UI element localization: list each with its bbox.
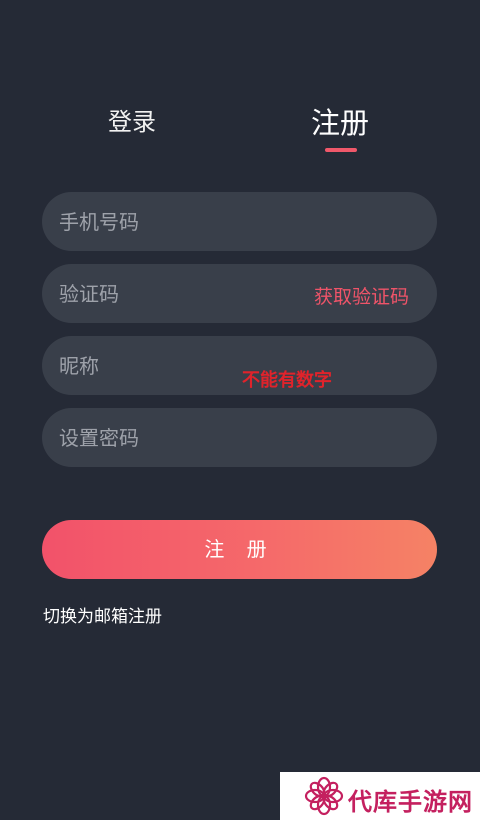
password-input[interactable] bbox=[59, 408, 299, 467]
phone-field[interactable] bbox=[42, 192, 437, 251]
watermark: 代库手游网 bbox=[280, 772, 480, 820]
active-tab-indicator bbox=[325, 148, 357, 152]
register-button[interactable]: 注 册 bbox=[42, 520, 437, 579]
nickname-field[interactable] bbox=[42, 336, 437, 395]
tab-register[interactable]: 注册 bbox=[311, 100, 369, 142]
phone-input[interactable] bbox=[59, 192, 299, 251]
verification-code-field[interactable]: 获取验证码 bbox=[42, 264, 437, 323]
tab-login[interactable]: 登录 bbox=[108, 102, 156, 137]
flower-icon bbox=[304, 776, 344, 816]
watermark-text: 代库手游网 bbox=[348, 788, 473, 816]
get-code-button[interactable]: 获取验证码 bbox=[314, 282, 409, 309]
annotation-text: 不能有数字 bbox=[242, 370, 332, 391]
password-field[interactable] bbox=[42, 408, 437, 467]
switch-to-email-register-link[interactable]: 切换为邮箱注册 bbox=[43, 602, 162, 627]
tab-bar: 登录 注册 bbox=[0, 0, 480, 160]
verification-code-input[interactable] bbox=[59, 264, 299, 323]
